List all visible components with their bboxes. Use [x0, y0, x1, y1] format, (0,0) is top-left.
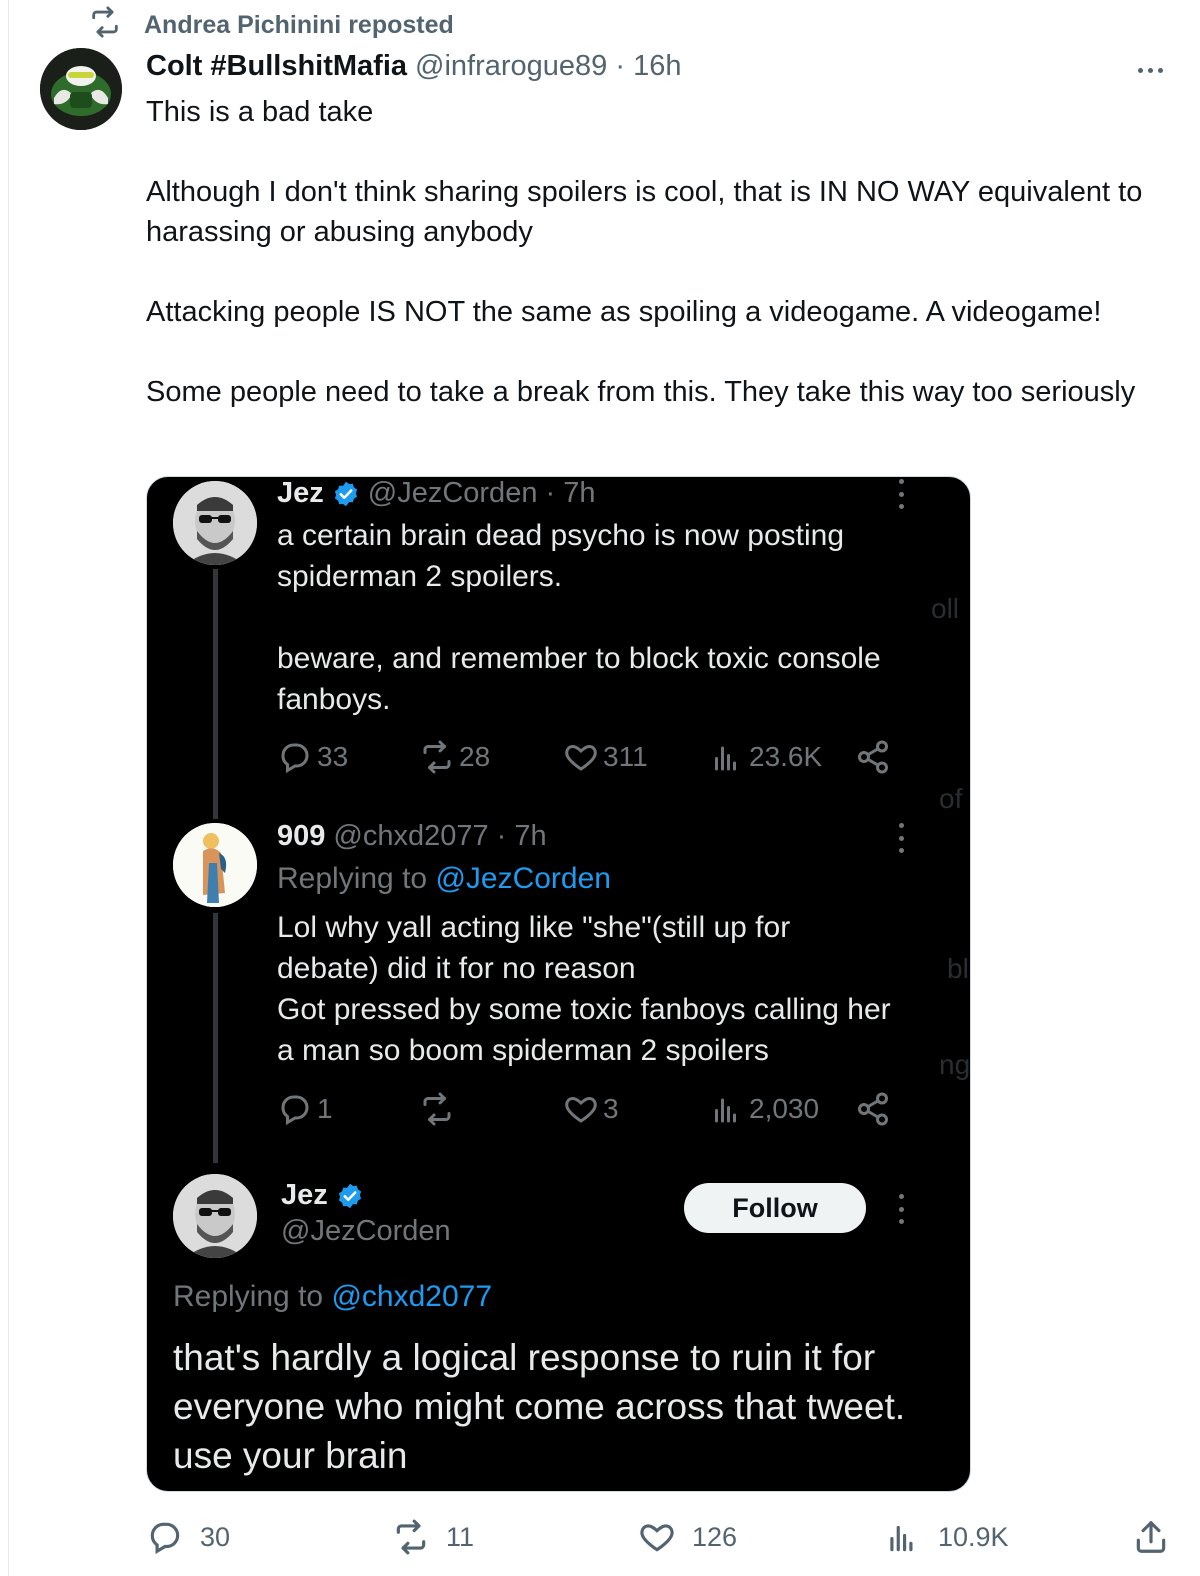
embed-author-name: Jez: [281, 1179, 328, 1211]
repost-count: 11: [446, 1521, 475, 1552]
verified-icon: [338, 1183, 361, 1208]
share-icon: [855, 739, 891, 775]
repost-icon: [423, 740, 451, 774]
tweet-header: Colt #BullshitMafia @infrarogue89 · 16h: [146, 50, 681, 83]
embed-author-name: Jez: [277, 477, 324, 509]
follow-button: Follow: [684, 1183, 866, 1233]
more-options-icon: [897, 1194, 905, 1224]
embed-tweet1-header: Jez @JezCorden · 7h: [277, 477, 595, 510]
mention-link: @JezCorden: [435, 862, 611, 895]
tweet-paragraph: Although I don't think sharing spoilers …: [146, 176, 1143, 248]
repost-icon: [423, 1092, 451, 1126]
embed-tweet2-header: 909 @chxd2077 · 7h: [277, 820, 547, 853]
mention-link: @chxd2077: [331, 1280, 492, 1313]
heart-icon: [640, 1524, 674, 1552]
jez-avatar: [173, 1174, 257, 1258]
reply-icon: [281, 743, 309, 774]
share-icon: [855, 1091, 891, 1127]
repost-button[interactable]: 11: [392, 1518, 474, 1556]
reply-icon: [150, 1522, 180, 1555]
share-button[interactable]: [1132, 1518, 1170, 1556]
more-options-icon: [897, 479, 905, 509]
more-options-icon[interactable]: [1130, 58, 1170, 82]
embed-tweet3-replying: Replying to @chxd2077: [173, 1280, 492, 1313]
embed-repost-stat: 28: [419, 739, 490, 775]
repost-context[interactable]: Andrea Pichinini reposted: [88, 5, 454, 42]
embed-tweet3-name: Jez: [281, 1179, 364, 1212]
tweet-actions: 30 11 126 10.9K: [146, 1518, 1176, 1560]
author-handle-time[interactable]: @infrarogue89 · 16h: [415, 50, 681, 83]
chxd-avatar: [173, 823, 257, 907]
repost-icon: [88, 5, 122, 46]
repost-icon: [396, 1519, 426, 1555]
views-icon: [715, 746, 736, 771]
embed-like-stat: 311: [563, 739, 648, 775]
views-count: 10.9K: [938, 1521, 1009, 1552]
thread-line: [213, 569, 218, 819]
views-icon: [715, 1098, 736, 1123]
views-icon: [890, 1525, 913, 1552]
embed-views-stat: 2,030: [709, 1091, 819, 1127]
heart-icon: [565, 1096, 597, 1123]
embed-tweet2-actions: 1 3 2,030: [277, 1091, 897, 1131]
embed-reply-stat: 33: [277, 739, 348, 775]
jez-avatar: [173, 481, 257, 565]
repost-label: Andrea Pichinini reposted: [144, 10, 454, 39]
embed-tweet2-replying: Replying to @JezCorden: [277, 862, 611, 895]
tweet-paragraph: Attacking people IS NOT the same as spoi…: [146, 296, 1102, 328]
verified-icon: [334, 481, 357, 506]
more-options-icon: [897, 823, 905, 853]
heart-icon: [565, 744, 597, 771]
embed-reply-stat: 1: [277, 1091, 333, 1127]
timeline-border: [8, 0, 9, 1576]
reply-count: 30: [200, 1521, 231, 1552]
embed-handle-time: @JezCorden · 7h: [367, 477, 596, 509]
embed-tweet1-actions: 33 28 311 23.6K: [277, 739, 897, 779]
author-avatar[interactable]: [40, 48, 122, 130]
tweet-paragraph: Some people need to take a break from th…: [146, 376, 1136, 408]
reply-icon: [281, 1095, 309, 1126]
like-count: 126: [692, 1521, 738, 1552]
author-name[interactable]: Colt #BullshitMafia: [146, 50, 407, 83]
like-button[interactable]: 126: [638, 1518, 737, 1556]
embed-tweet3-text: that's hardly a logical response to ruin…: [173, 1337, 906, 1476]
thread-line: [213, 913, 218, 1163]
attached-image[interactable]: oll of bl ng Jez @JezCorden · 7h a certa…: [146, 476, 971, 1492]
embed-like-stat: 3: [563, 1091, 619, 1127]
embed-handle-time: @chxd2077 · 7h: [333, 820, 547, 852]
embed-author-name: 909: [277, 820, 326, 852]
tweet-text: This is a bad take Although I don't thin…: [146, 92, 1176, 412]
embed-tweet2-text: Lol why yall acting like "she"(still up …: [277, 911, 891, 1067]
tweet-paragraph: This is a bad take: [146, 96, 374, 128]
embed-views-stat: 23.6K: [709, 739, 822, 775]
views-button[interactable]: 10.9K: [884, 1518, 1009, 1556]
share-icon: [1136, 1521, 1166, 1553]
embed-tweet1-text2: beware, and remember to block toxic cons…: [277, 642, 881, 716]
reply-button[interactable]: 30: [146, 1518, 230, 1556]
embed-repost-stat: [419, 1091, 459, 1127]
embed-tweet1-text1: a certain brain dead psycho is now posti…: [277, 519, 845, 593]
embed-tweet3-handle: @JezCorden: [281, 1215, 451, 1247]
